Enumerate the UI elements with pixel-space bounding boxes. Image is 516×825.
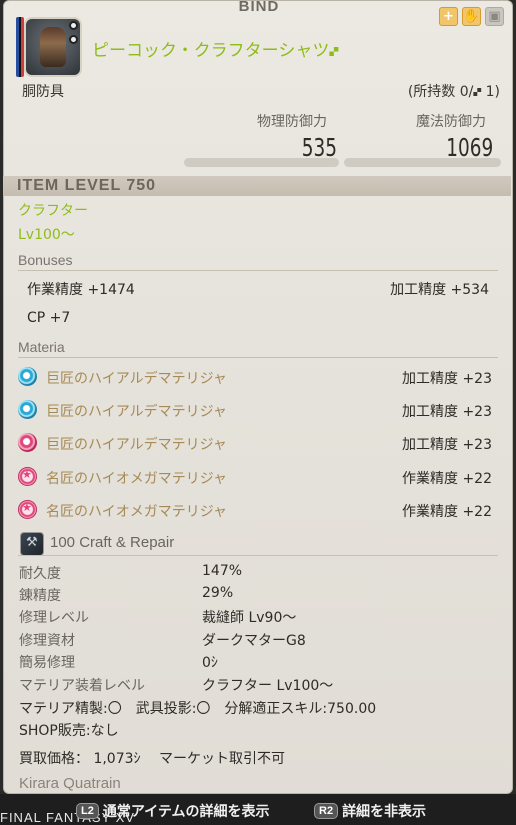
materia-orb-icon	[18, 467, 37, 486]
materia-meld-level-label: マテリア装着レベル	[19, 678, 145, 694]
materia-orb-icon	[18, 500, 37, 519]
materia-stat: 作業精度 +22	[402, 504, 492, 520]
bonus-craftsmanship: 作業精度 +1474	[27, 282, 135, 298]
rarity-stripe	[16, 17, 24, 77]
materia-name: 巨匠のハイアルデマテリジャ	[46, 404, 227, 420]
materia-slot[interactable]: 巨匠のハイアルデマテリジャ 加工精度 +23	[18, 366, 492, 388]
craft-repair-header: 100 Craft & Repair	[50, 534, 175, 551]
repair-material-label: 修理資材	[19, 633, 75, 649]
hq-icon-small: 🙾	[473, 85, 482, 100]
hint-label: 通常アイテムの詳細を表示	[102, 804, 270, 820]
l2-button-icon: L2	[76, 803, 99, 819]
bind-label: BIND	[238, 0, 280, 15]
r2-button-icon: R2	[314, 803, 339, 819]
materia-orb-icon	[18, 367, 37, 386]
materia-name: 名匠のハイオメガマテリジャ	[46, 471, 228, 487]
crafter-signature: Kirara Quatrain	[19, 775, 121, 792]
materia-slot[interactable]: 巨匠のハイアルデマテリジャ 加工精度 +23	[18, 432, 492, 454]
image-icon[interactable]: ▣	[485, 7, 504, 26]
materia-slot[interactable]: 名匠のハイオメガマテリジャ 作業精度 +22	[18, 466, 492, 488]
magic-def-bar	[344, 158, 501, 167]
materia-stat: 作業精度 +22	[402, 471, 492, 487]
quick-repair-value: 0ｼ	[202, 655, 218, 671]
item-level: ITEM LEVEL 750	[17, 177, 157, 194]
craft-repair-icon	[20, 532, 44, 556]
spiritbond-label: 錬精度	[19, 588, 61, 604]
hand-icon[interactable]: ✋	[462, 7, 481, 26]
materia-name: 名匠のハイオメガマテリジャ	[46, 504, 228, 520]
item-icon	[24, 17, 82, 77]
materia-orb-icon	[18, 433, 37, 452]
materia-stat: 加工精度 +23	[402, 437, 492, 453]
durability-value: 147%	[202, 563, 243, 579]
materia-name: 巨匠のハイアルデマテリジャ	[46, 437, 227, 453]
materia-slot[interactable]: 名匠のハイオメガマテリジャ 作業精度 +22	[18, 499, 492, 521]
repair-level-value: 裁縫師 Lv90～	[202, 610, 297, 626]
sell-price: 買取価格： 1,073ｼ マーケット取引不可	[19, 751, 285, 767]
hide-details-hint[interactable]: R2 詳細を非表示	[314, 800, 426, 822]
tooltip-actions: + ✋ ▣	[439, 7, 504, 26]
materia-header: Materia	[18, 339, 498, 358]
hq-icon: 🙾	[329, 42, 339, 60]
phys-def-bar	[184, 158, 339, 167]
materia-meld-level-value: クラフター Lv100～	[202, 678, 334, 694]
repair-material-value: ダークマターG8	[202, 633, 306, 649]
materia-stat: 加工精度 +23	[402, 404, 492, 420]
item-portrait	[16, 17, 82, 81]
item-category: 胴防具	[22, 84, 64, 100]
level-requirement: Lv100～	[18, 227, 75, 243]
item-name: ピーコック・クラフターシャツ🙾	[92, 41, 339, 61]
owned-count: (所持数 0/🙾 1)	[407, 84, 500, 100]
spiritbond-value: 29%	[202, 585, 234, 601]
job-requirement: クラフター	[18, 203, 88, 219]
durability-label: 耐久度	[19, 566, 61, 582]
shop-sell: SHOP販売:なし	[19, 723, 119, 739]
plus-icon[interactable]: +	[439, 7, 458, 26]
materia-name: 巨匠のハイアルデマテリジャ	[46, 371, 227, 387]
hint-label: 詳細を非表示	[342, 804, 427, 820]
magic-def-label: 魔法防御力	[416, 114, 486, 130]
bonus-cp: CP +7	[27, 310, 71, 326]
divider	[18, 555, 498, 556]
phys-def-label: 物理防御力	[257, 114, 327, 130]
materia-orb-icon	[18, 400, 37, 419]
bonuses-header: Bonuses	[18, 252, 498, 271]
craft-flags: マテリア精製:〇 武具投影:〇 分解適正スキル:750.00	[19, 701, 377, 717]
show-normal-details-hint[interactable]: L2 通常アイテムの詳細を表示	[76, 800, 269, 822]
materia-stat: 加工精度 +23	[402, 371, 492, 387]
quick-repair-label: 簡易修理	[19, 655, 75, 671]
materia-slot[interactable]: 巨匠のハイアルデマテリジャ 加工精度 +23	[18, 399, 492, 421]
repair-level-label: 修理レベル	[19, 610, 89, 626]
bonus-control: 加工精度 +534	[390, 282, 489, 298]
